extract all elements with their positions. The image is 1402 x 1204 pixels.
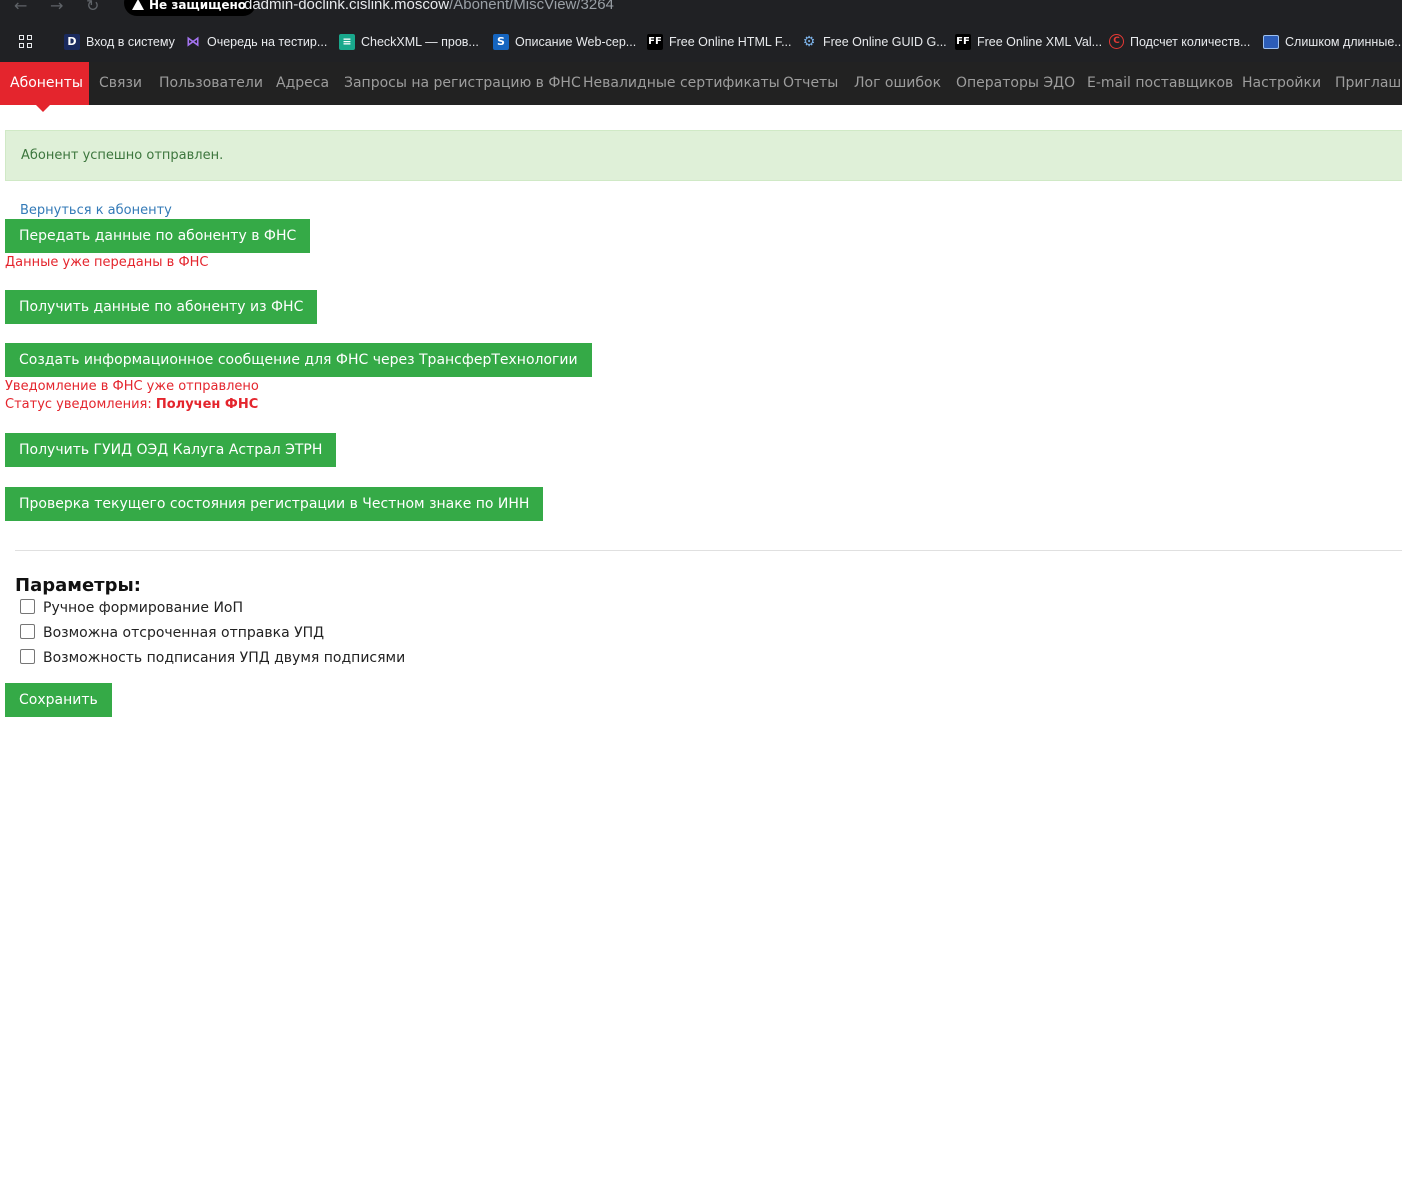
success-alert: Абонент успешно отправлен. bbox=[5, 130, 1402, 181]
back-to-abonent-link[interactable]: Вернуться к абоненту bbox=[20, 202, 172, 219]
send-to-fns-button[interactable]: Передать данные по абоненту в ФНС bbox=[5, 219, 311, 253]
send-fns-note: Данные уже переданы в ФНС bbox=[5, 255, 209, 270]
checkxml-icon: ≡ bbox=[339, 33, 355, 50]
d-icon: D bbox=[64, 33, 80, 50]
ff-icon: FF bbox=[647, 33, 663, 50]
bookmark-item[interactable]: S Описание Web-сер... bbox=[493, 22, 636, 62]
bookmark-item[interactable]: ⋈ Очередь на тестир... bbox=[185, 22, 327, 62]
bookmark-label: Free Online XML Val... bbox=[977, 35, 1103, 49]
bookmark-label: Подсчет количеств... bbox=[1130, 35, 1251, 49]
reload-icon[interactable]: ↻ bbox=[86, 0, 99, 15]
address-bar[interactable]: Не защищено dadmin-doclink.cislink.mosco… bbox=[120, 0, 1402, 16]
visual-studio-icon: ⋈ bbox=[186, 33, 200, 50]
nav-item-fns-requests[interactable]: Запросы на регистрацию в ФНС bbox=[334, 62, 591, 105]
active-nav-caret bbox=[36, 105, 50, 112]
window-icon bbox=[1263, 34, 1279, 49]
notify-status: Статус уведомления: Получен ФНС bbox=[5, 396, 258, 413]
bookmark-item[interactable]: Слишком длинные... bbox=[1263, 22, 1402, 62]
checkbox[interactable] bbox=[20, 598, 35, 614]
option-label: Ручное формирование ИоП bbox=[43, 600, 244, 616]
nav-item-users[interactable]: Пользователи bbox=[149, 62, 273, 105]
security-chip-label: Не защищено bbox=[149, 0, 247, 12]
checkbox[interactable] bbox=[20, 648, 35, 664]
bookmark-label: Вход в систему bbox=[86, 35, 175, 49]
notify-sent-note: Уведомление в ФНС уже отправлено bbox=[5, 379, 259, 394]
notify-status-label: Статус уведомления: bbox=[5, 397, 152, 412]
nav-item-abonents[interactable]: Абоненты bbox=[0, 62, 89, 105]
bookmark-label: Free Online GUID G... bbox=[823, 35, 947, 49]
browser-toolbar: ← → ↻ Не защищено dadmin-doclink.cislink… bbox=[0, 0, 1402, 22]
notify-status-value: Получен ФНС bbox=[155, 397, 259, 412]
bookmark-item[interactable]: C Подсчет количеств... bbox=[1109, 22, 1250, 62]
bookmark-item[interactable]: FF Free Online XML Val... bbox=[955, 22, 1102, 62]
create-info-message-button[interactable]: Создать информационное сообщение для ФНС… bbox=[5, 343, 592, 377]
forward-arrow-icon[interactable]: → bbox=[50, 0, 63, 15]
bookmark-item[interactable]: FF Free Online HTML F... bbox=[647, 22, 792, 62]
warning-icon bbox=[132, 0, 144, 10]
copyright-icon: C bbox=[1109, 34, 1124, 50]
nav-item-reports[interactable]: Отчеты bbox=[773, 62, 848, 105]
bookmark-label: Очередь на тестир... bbox=[207, 35, 328, 49]
params-title: Параметры: bbox=[15, 575, 141, 596]
main-nav: Абоненты Связи Пользователи Адреса Запро… bbox=[0, 62, 1402, 105]
bookmark-item[interactable]: ≡ CheckXML — пров... bbox=[339, 22, 479, 62]
security-chip[interactable]: Не защищено bbox=[124, 0, 257, 16]
back-arrow-icon[interactable]: ← bbox=[14, 0, 27, 15]
get-from-fns-button[interactable]: Получить данные по абоненту из ФНС bbox=[5, 290, 318, 324]
nav-item-invitations[interactable]: Приглаше bbox=[1325, 62, 1402, 105]
section-divider bbox=[15, 550, 1402, 551]
nav-item-addresses[interactable]: Адреса bbox=[266, 62, 339, 105]
option-two-signatures[interactable]: Возможность подписания УПД двумя подпися… bbox=[20, 648, 405, 668]
sharepoint-icon: S bbox=[493, 33, 509, 50]
get-guid-button[interactable]: Получить ГУИД ОЭД Калуга Астрал ЭТРН bbox=[5, 433, 337, 467]
bookmark-label: Free Online HTML F... bbox=[669, 35, 792, 49]
gears-icon: ⚙ bbox=[802, 33, 816, 50]
url-path: /Abonent/MiscView/3264 bbox=[449, 0, 614, 13]
option-manual-iop[interactable]: Ручное формирование ИоП bbox=[20, 598, 243, 618]
nav-item-invalid-certs[interactable]: Невалидные сертификаты bbox=[573, 62, 790, 105]
apps-grid-icon[interactable] bbox=[19, 35, 33, 49]
bookmarks-bar: D Вход в систему ⋈ Очередь на тестир... ≡ C… bbox=[0, 22, 1402, 62]
bookmark-label: Слишком длинные... bbox=[1285, 35, 1402, 49]
bookmark-item[interactable]: D Вход в систему bbox=[64, 22, 175, 62]
bookmark-item[interactable]: ⚙ Free Online GUID G... bbox=[801, 22, 947, 62]
url-host: dadmin-doclink.cislink.moscow bbox=[244, 0, 450, 13]
nav-item-edo-operators[interactable]: Операторы ЭДО bbox=[946, 62, 1085, 105]
checkbox[interactable] bbox=[20, 623, 35, 639]
nav-item-supplier-emails[interactable]: E-mail поставщиков bbox=[1077, 62, 1243, 105]
nav-item-error-log[interactable]: Лог ошибок bbox=[844, 62, 951, 105]
option-label: Возможность подписания УПД двумя подпися… bbox=[43, 650, 406, 666]
nav-item-links[interactable]: Связи bbox=[89, 62, 152, 105]
save-button[interactable]: Сохранить bbox=[5, 683, 112, 717]
url-text[interactable]: dadmin-doclink.cislink.moscow/Abonent/Mi… bbox=[244, 0, 614, 20]
option-deferred-upd[interactable]: Возможна отсроченная отправка УПД bbox=[20, 623, 324, 643]
bookmark-label: CheckXML — пров... bbox=[361, 35, 479, 49]
check-registration-button[interactable]: Проверка текущего состояния регистрации … bbox=[5, 487, 544, 521]
nav-item-settings[interactable]: Настройки bbox=[1232, 62, 1331, 105]
bookmark-label: Описание Web-сер... bbox=[515, 35, 637, 49]
ff-icon: FF bbox=[955, 33, 971, 50]
option-label: Возможна отсроченная отправка УПД bbox=[43, 625, 325, 641]
